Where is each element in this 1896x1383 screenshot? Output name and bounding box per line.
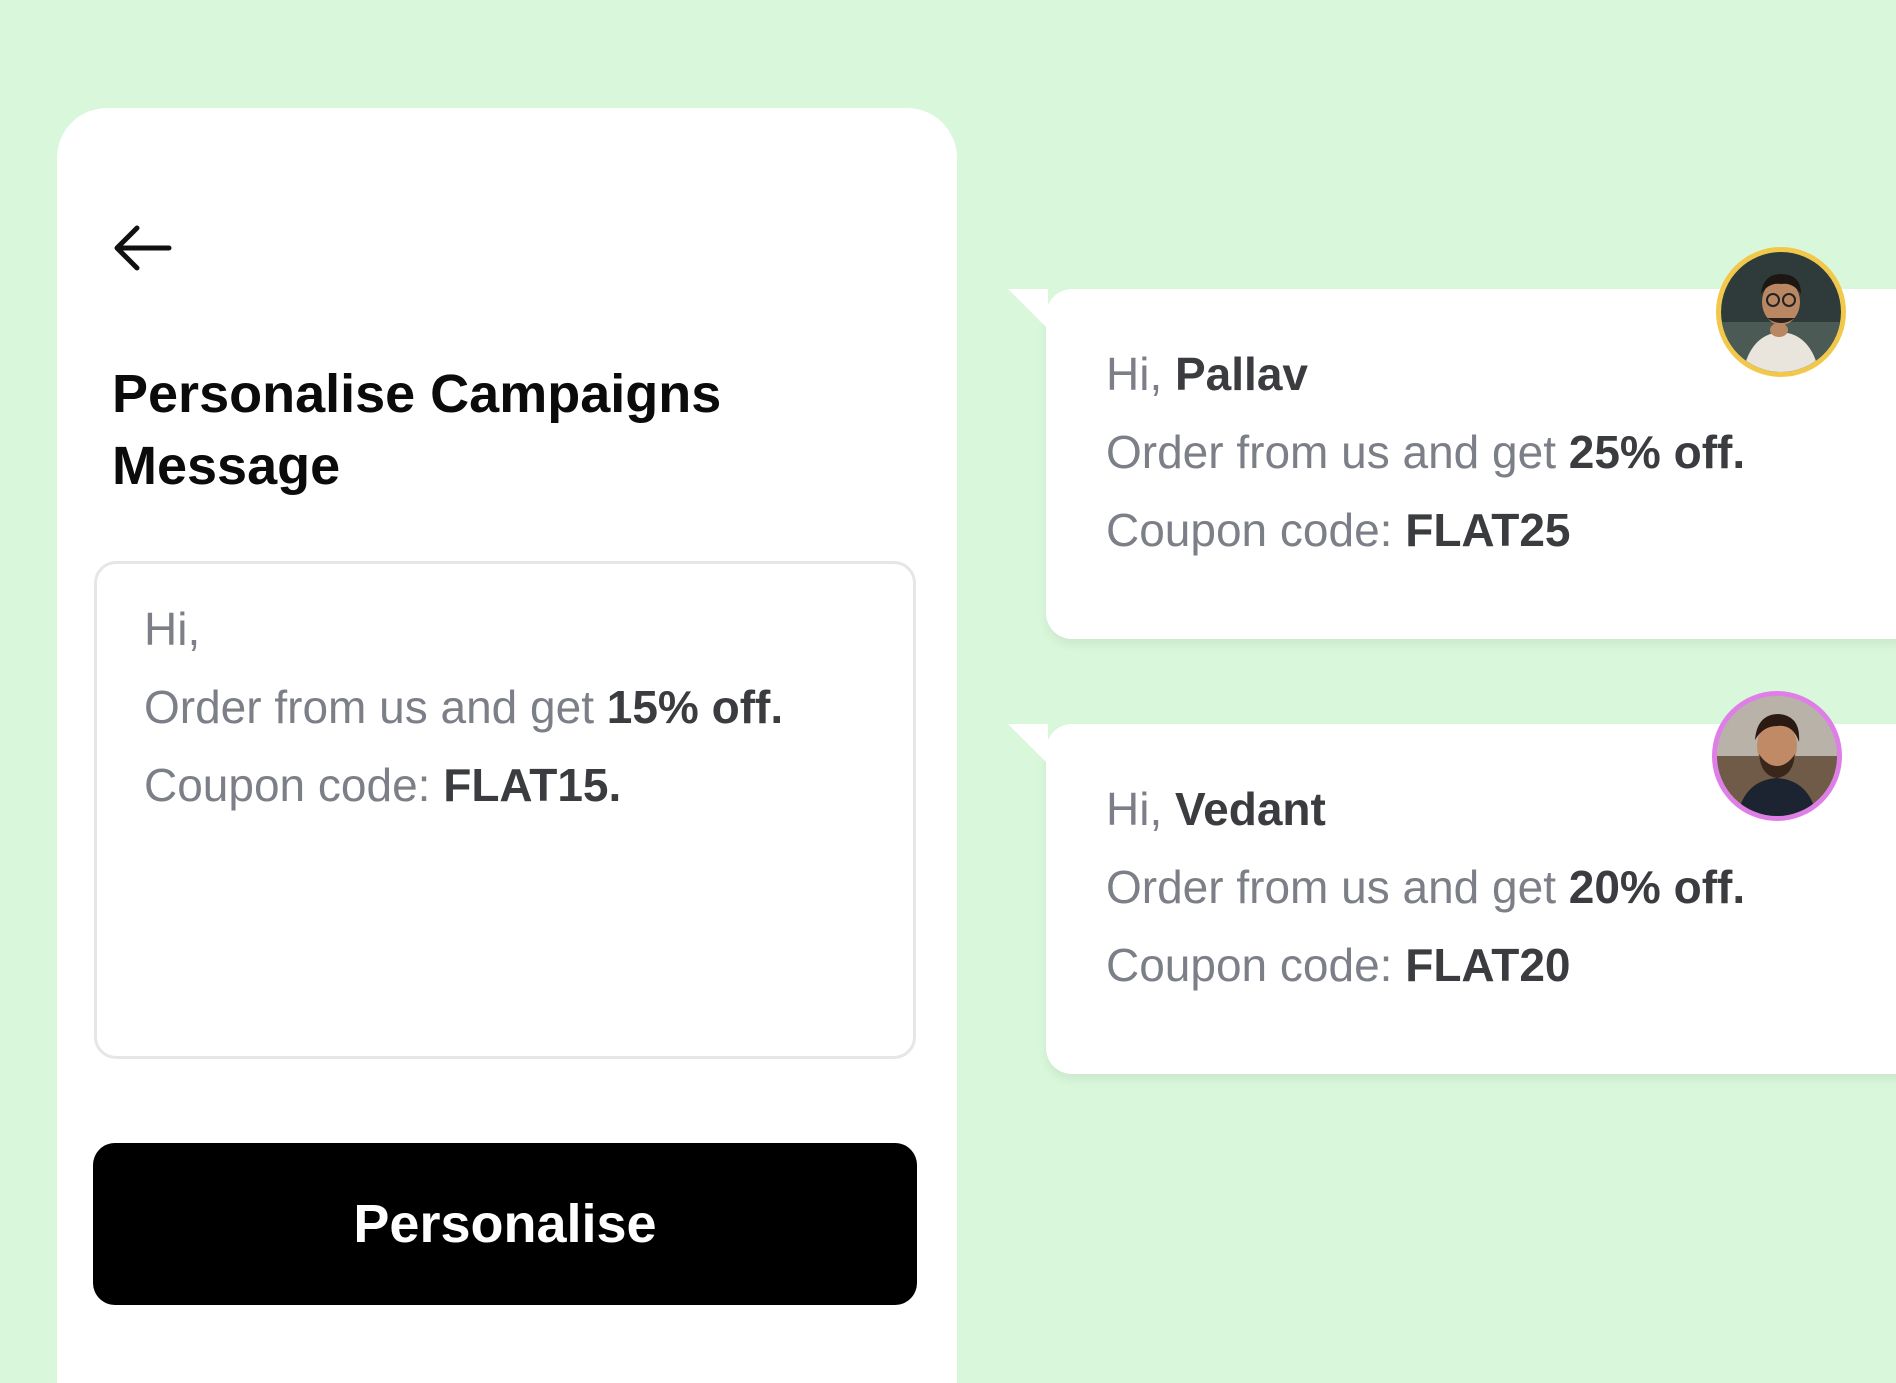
back-button[interactable] [107,213,177,283]
arrow-left-icon [114,225,172,271]
message-template-textarea[interactable]: Hi, Order from us and get 15% off. Coupo… [94,561,916,1059]
card-coupon-prefix: Coupon code: [1106,504,1406,556]
user-photo-icon [1717,696,1837,816]
template-coupon-prefix: Coupon code: [144,759,444,811]
card-offer-value: 25% off. [1568,426,1746,478]
card-offer-value: 20% off. [1568,861,1746,913]
card-coupon-value: FLAT25 [1405,504,1571,556]
card-offer-line: Order from us and get 25% off. [1106,427,1745,477]
card-coupon-prefix: Coupon code: [1106,939,1406,991]
avatar [1712,691,1842,821]
card-greeting-prefix: Hi, [1106,348,1175,400]
template-greeting: Hi, [144,603,201,655]
chat-bubble-tail [1008,289,1048,329]
user-photo-icon [1721,252,1841,372]
template-offer-line: Order from us and get 15% off. [144,682,866,732]
template-coupon-line: Coupon code: FLAT15. [144,760,866,810]
avatar [1716,247,1846,377]
chat-bubble-tail [1008,724,1048,764]
card-offer-prefix: Order from us and get [1106,861,1569,913]
recipient-name: Vedant [1175,783,1326,835]
card-coupon-line: Coupon code: FLAT25 [1106,505,1745,555]
recipient-name: Pallav [1175,348,1308,400]
page-title: Personalise Campaigns Message [112,364,722,496]
template-coupon-value: FLAT15. [443,759,622,811]
card-offer-prefix: Order from us and get [1106,426,1569,478]
template-offer-value: 15% off. [606,681,784,733]
card-greeting-prefix: Hi, [1106,783,1175,835]
campaign-editor-panel: Personalise Campaigns Message Hi, Order … [57,108,957,1383]
template-offer-prefix: Order from us and get [144,681,607,733]
personalise-button[interactable]: Personalise [93,1143,917,1305]
card-coupon-line: Coupon code: FLAT20 [1106,940,1745,990]
card-coupon-value: FLAT20 [1405,939,1571,991]
card-greeting-line: Hi, Pallav [1106,349,1745,399]
card-offer-line: Order from us and get 20% off. [1106,862,1745,912]
card-greeting-line: Hi, Vedant [1106,784,1745,834]
